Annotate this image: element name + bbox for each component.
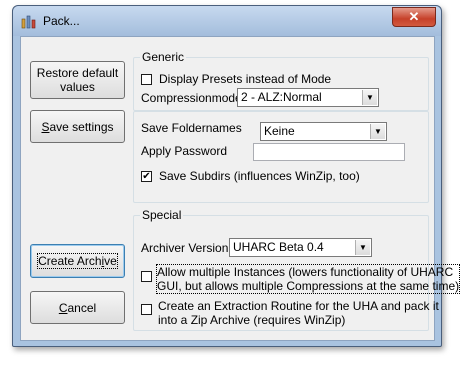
archiver-version-select[interactable]: UHARC Beta 0.4 ▼ bbox=[229, 238, 372, 257]
cancel-label: Cancel bbox=[58, 300, 97, 315]
save-foldernames-select[interactable]: Keine ▼ bbox=[260, 122, 387, 141]
save-foldernames-value: Keine bbox=[264, 124, 295, 138]
compressionmode-label: Compressionmode bbox=[141, 91, 242, 105]
archiver-version-label: Archiver Version: bbox=[141, 241, 232, 255]
restore-defaults-label-line2: values bbox=[60, 80, 95, 94]
allow-multiple-instances-label: Allow multiple Instances (lowers functio… bbox=[155, 264, 461, 294]
special-legend: Special bbox=[140, 208, 184, 222]
archiver-version-value: UHARC Beta 0.4 bbox=[233, 240, 324, 254]
display-presets-label: Display Presets instead of Mode bbox=[159, 72, 332, 86]
window-title: Pack... bbox=[43, 14, 80, 28]
chevron-down-icon[interactable]: ▼ bbox=[362, 90, 377, 105]
save-subdirs-checkbox[interactable]: ✔ bbox=[141, 171, 152, 182]
restore-defaults-button[interactable]: Restore default values bbox=[30, 61, 125, 99]
generic-legend: Generic bbox=[140, 50, 187, 64]
chevron-down-icon[interactable]: ▼ bbox=[370, 124, 385, 139]
close-icon: ✕ bbox=[408, 9, 420, 24]
dialog-client-area: Restore default values Save settings Cre… bbox=[20, 36, 461, 341]
create-archive-button[interactable]: Create Archive bbox=[30, 244, 125, 278]
checkmark-icon: ✔ bbox=[142, 171, 151, 182]
pack-app-icon bbox=[21, 15, 36, 29]
close-button[interactable]: ✕ bbox=[392, 7, 436, 27]
save-settings-label: Save settings bbox=[41, 119, 114, 134]
save-settings-button[interactable]: Save settings bbox=[30, 110, 125, 143]
save-foldernames-label: Save Foldernames bbox=[141, 121, 242, 135]
extraction-routine-label: Create an Extraction Routine for the UHA… bbox=[158, 299, 439, 327]
password-input[interactable] bbox=[253, 143, 405, 161]
allow-multiple-instances-checkbox[interactable] bbox=[141, 271, 152, 282]
chevron-down-icon[interactable]: ▼ bbox=[355, 240, 370, 255]
compressionmode-value: 2 - ALZ:Normal bbox=[241, 90, 322, 104]
cancel-button[interactable]: Cancel bbox=[30, 291, 125, 324]
pack-dialog-window: Pack... ✕ Restore default values Save se… bbox=[12, 5, 461, 347]
create-archive-label: Create Archive bbox=[37, 253, 118, 269]
restore-defaults-label-line1: Restore default bbox=[36, 66, 119, 80]
extraction-routine-checkbox[interactable] bbox=[141, 304, 152, 315]
apply-password-label: Apply Password bbox=[141, 144, 228, 158]
display-presets-checkbox[interactable] bbox=[141, 74, 152, 85]
compressionmode-select[interactable]: 2 - ALZ:Normal ▼ bbox=[237, 88, 379, 107]
save-subdirs-label: Save Subdirs (influences WinZip, too) bbox=[159, 169, 360, 183]
title-bar[interactable]: Pack... ✕ bbox=[13, 6, 441, 36]
